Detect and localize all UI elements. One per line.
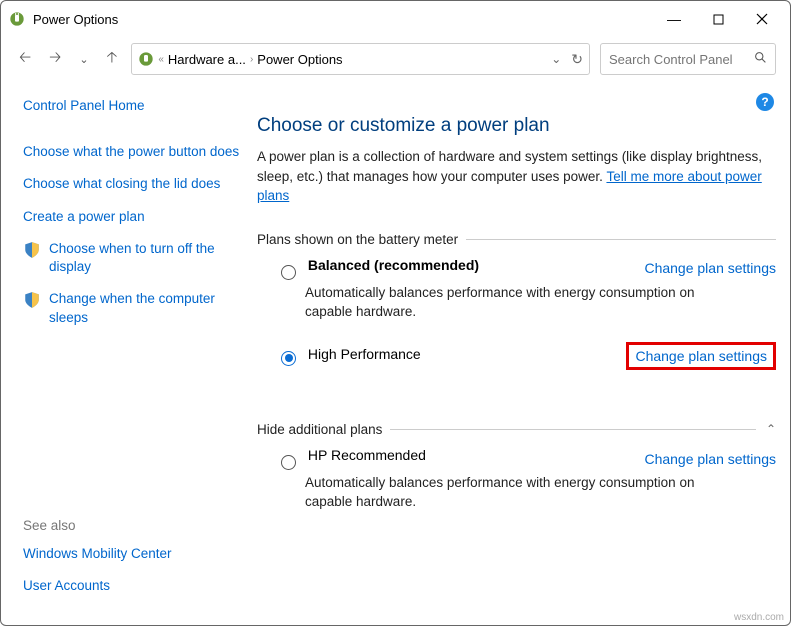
breadcrumb-current[interactable]: Power Options [257,52,342,67]
hide-additional-plans[interactable]: Hide additional plans ⌃ [257,422,776,437]
app-icon [9,11,25,27]
plan-balanced-radio[interactable]: Balanced (recommended) [281,257,479,281]
plan-balanced-desc: Automatically balances performance with … [305,284,715,322]
titlebar: Power Options ― [1,1,790,37]
group2-label-text: Hide additional plans [257,422,382,437]
plan-hp-recommended-name: HP Recommended [308,447,426,463]
page-description: A power plan is a collection of hardware… [257,147,776,206]
watermark: wsxdn.com [734,612,784,623]
maximize-button[interactable] [708,9,728,29]
address-bar[interactable]: « Hardware a... › Power Options ⌄ ↻ [131,43,590,75]
address-dropdown-icon[interactable]: ⌄ [551,52,561,66]
plan-hp-recommended: HP Recommended Change plan settings Auto… [257,437,776,518]
plan-balanced-name: Balanced (recommended) [308,257,479,273]
plan-hp-recommended-desc: Automatically balances performance with … [305,474,715,512]
search-box[interactable] [600,43,776,75]
breadcrumb-sep-icon: « [158,54,164,65]
sidebar-home[interactable]: Control Panel Home [23,97,247,115]
sidebar-link-create-plan[interactable]: Create a power plan [23,208,247,226]
shield-icon [23,291,41,309]
plan-high-performance: High Performance Change plan settings [257,328,776,376]
main-panel: ? Choose or customize a power plan A pow… [257,97,776,615]
up-button[interactable]: 🡡 [103,43,122,76]
change-settings-high-performance[interactable]: Change plan settings [626,342,776,370]
plans-group-label: Plans shown on the battery meter [257,232,776,247]
close-button[interactable] [752,9,772,29]
breadcrumb-parent[interactable]: Hardware a... [168,52,246,67]
sidebar-link-turn-off-display[interactable]: Choose when to turn off the display [49,240,247,276]
see-also-heading: See also [23,518,247,533]
group1-label-text: Plans shown on the battery meter [257,232,458,247]
plan-high-performance-name: High Performance [308,346,421,362]
page-title: Choose or customize a power plan [257,115,776,137]
search-icon[interactable] [754,51,767,67]
sidebar-link-power-button[interactable]: Choose what the power button does [23,143,247,161]
window-title: Power Options [33,12,664,27]
chevron-right-icon: › [250,54,253,65]
history-dropdown[interactable]: ⌄ [75,49,92,70]
change-settings-balanced[interactable]: Change plan settings [644,260,776,276]
back-button[interactable]: 🡠 [15,43,35,76]
seealso-mobility-center[interactable]: Windows Mobility Center [23,545,247,563]
plan-balanced: Balanced (recommended) Change plan setti… [257,247,776,328]
chevron-up-icon: ⌃ [766,422,776,436]
plan-high-performance-radio[interactable]: High Performance [281,346,421,366]
search-input[interactable] [609,52,749,67]
address-icon [138,51,154,67]
refresh-button[interactable]: ↻ [571,51,583,68]
change-settings-hp-recommended[interactable]: Change plan settings [644,451,776,467]
sidebar-link-closing-lid[interactable]: Choose what closing the lid does [23,175,247,193]
sidebar-link-computer-sleeps[interactable]: Change when the computer sleeps [49,290,247,326]
seealso-user-accounts[interactable]: User Accounts [23,577,247,595]
forward-button[interactable]: 🡢 [45,43,65,76]
shield-icon [23,241,41,259]
toolbar: 🡠 🡢 ⌄ 🡡 « Hardware a... › Power Options … [1,37,790,81]
minimize-button[interactable]: ― [664,9,684,29]
help-button[interactable]: ? [756,93,774,111]
plan-hp-recommended-radio[interactable]: HP Recommended [281,447,426,471]
sidebar: Control Panel Home Choose what the power… [23,97,257,615]
